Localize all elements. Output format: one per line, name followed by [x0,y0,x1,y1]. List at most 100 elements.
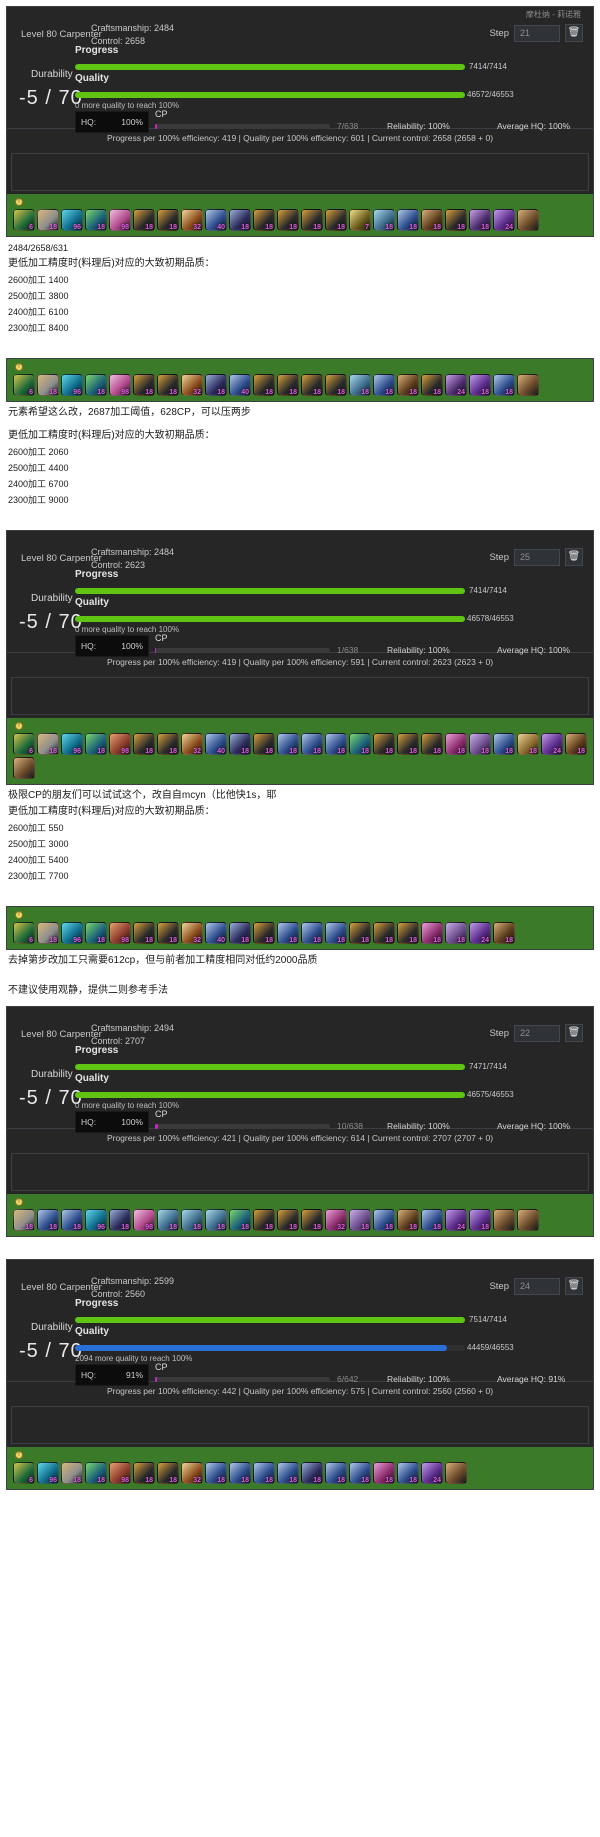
action-icon[interactable]: 18 [373,1462,395,1484]
action-icon[interactable]: 18 [445,733,467,755]
action-icon[interactable]: 18 [229,922,251,944]
action-icon[interactable]: 40 [205,733,227,755]
action-icon[interactable]: 18 [205,1462,227,1484]
action-icon[interactable]: 18 [301,1462,323,1484]
action-icon[interactable]: 18 [37,733,59,755]
delete-icon[interactable]: 🗑 [565,548,583,566]
action-icon[interactable]: 18 [373,733,395,755]
action-icon[interactable]: 18 [13,1209,35,1231]
action-icon[interactable]: 18 [85,374,107,396]
action-icon[interactable]: 18 [109,1209,131,1231]
action-icon[interactable]: 18 [325,733,347,755]
action-icon[interactable]: 18 [157,1462,179,1484]
action-icon[interactable]: 18 [349,1462,371,1484]
step-input[interactable]: 21 [514,24,560,42]
action-icon[interactable]: 18 [301,733,323,755]
action-icon[interactable]: 18 [373,1209,395,1231]
action-icon[interactable]: 18 [349,1209,371,1231]
action-icon[interactable]: 18 [229,1209,251,1231]
action-icon[interactable]: 18 [157,374,179,396]
action-icon[interactable]: 18 [397,1462,419,1484]
action-icon[interactable]: 18 [301,374,323,396]
action-icon[interactable]: 18 [469,733,491,755]
action-icon[interactable]: 18 [325,1462,347,1484]
action-icon[interactable]: 18 [325,374,347,396]
action-icon[interactable]: 96 [61,922,83,944]
delete-icon[interactable]: 🗑 [565,24,583,42]
action-icon[interactable]: 6 [13,733,35,755]
action-icon[interactable]: 18 [253,1462,275,1484]
action-icon[interactable]: 18 [37,209,59,231]
action-icon[interactable]: 24 [541,733,563,755]
action-icon[interactable]: 18 [133,374,155,396]
action-icon[interactable]: 18 [157,1209,179,1231]
action-icon[interactable]: 32 [181,1462,203,1484]
action-icon[interactable]: 18 [325,209,347,231]
action-icon[interactable]: 18 [421,733,443,755]
action-icon[interactable] [517,1209,539,1231]
action-icon[interactable] [445,1462,467,1484]
action-icon[interactable]: 24 [445,1209,467,1231]
action-icon[interactable]: 18 [277,922,299,944]
action-icon[interactable]: 96 [61,209,83,231]
action-icon[interactable]: 18 [301,209,323,231]
action-icon[interactable] [517,374,539,396]
action-icon[interactable]: 18 [133,922,155,944]
action-icon[interactable]: 18 [277,1209,299,1231]
action-icon[interactable]: 18 [493,922,515,944]
action-icon[interactable]: 18 [493,733,515,755]
action-icon[interactable]: 18 [85,733,107,755]
action-icon[interactable]: 40 [229,374,251,396]
action-icon[interactable]: 18 [133,733,155,755]
action-icon[interactable]: 18 [157,922,179,944]
action-icon[interactable]: 18 [349,374,371,396]
action-icon[interactable]: 6 [13,922,35,944]
action-icon[interactable]: 18 [181,1209,203,1231]
action-icon[interactable]: 18 [349,922,371,944]
action-icon[interactable]: 98 [109,1462,131,1484]
action-icon[interactable]: 18 [373,209,395,231]
action-icon[interactable]: 32 [181,374,203,396]
action-icon[interactable]: 32 [181,733,203,755]
action-icon[interactable]: 18 [301,1209,323,1231]
action-icon[interactable]: 18 [133,209,155,231]
action-icon[interactable]: 18 [229,1462,251,1484]
action-icon[interactable]: 18 [373,374,395,396]
action-icon[interactable]: 40 [205,209,227,231]
action-icon[interactable]: 18 [445,922,467,944]
action-icon[interactable]: 6 [13,209,35,231]
action-icon[interactable]: 18 [85,1462,107,1484]
action-icon[interactable]: 18 [373,922,395,944]
delete-icon[interactable]: 🗑 [565,1277,583,1295]
action-icon[interactable]: 18 [469,1209,491,1231]
action-icon[interactable]: 18 [133,1462,155,1484]
action-icon[interactable]: 96 [37,1462,59,1484]
step-input[interactable]: 24 [514,1277,560,1295]
action-icon[interactable]: 18 [37,922,59,944]
action-icon[interactable]: 98 [109,374,131,396]
action-icon[interactable]: 18 [205,1209,227,1231]
action-icon[interactable]: 98 [109,922,131,944]
step-input[interactable]: 22 [514,1024,560,1042]
action-icon[interactable]: 18 [61,1209,83,1231]
action-icon[interactable]: 24 [469,922,491,944]
action-icon[interactable] [493,1209,515,1231]
action-icon[interactable]: 18 [205,374,227,396]
action-icon[interactable]: 18 [229,209,251,231]
action-icon[interactable]: 18 [397,1209,419,1231]
action-icon[interactable]: 18 [277,209,299,231]
action-icon[interactable]: 18 [397,733,419,755]
action-icon[interactable]: 18 [517,733,539,755]
action-icon[interactable]: 18 [229,733,251,755]
action-icon[interactable]: 18 [421,1209,443,1231]
action-icon[interactable]: 18 [445,209,467,231]
action-icon[interactable]: 32 [181,209,203,231]
action-icon[interactable]: 18 [277,733,299,755]
action-icon[interactable]: 24 [421,1462,443,1484]
action-icon[interactable]: 32 [181,922,203,944]
action-icon[interactable]: 18 [277,374,299,396]
action-icon[interactable]: 18 [421,922,443,944]
action-icon[interactable]: 18 [85,209,107,231]
action-icon[interactable]: 18 [421,209,443,231]
action-icon[interactable]: 98 [133,1209,155,1231]
